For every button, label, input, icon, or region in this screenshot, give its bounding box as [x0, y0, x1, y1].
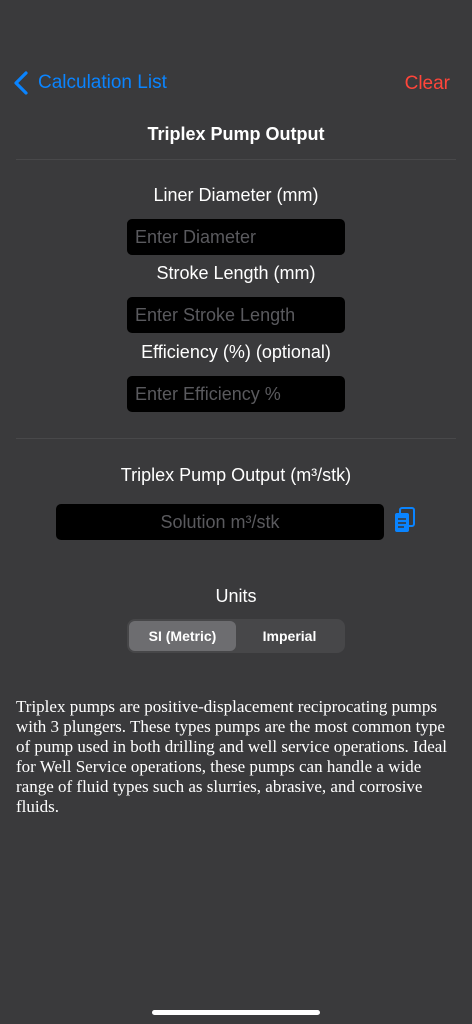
- result-label: Triplex Pump Output (m³/stk): [120, 465, 352, 485]
- solution-field[interactable]: [56, 504, 384, 540]
- liner-diameter-input[interactable]: [127, 219, 345, 255]
- units-option-imperial[interactable]: Imperial: [236, 621, 343, 651]
- page-title: Triplex Pump Output: [147, 124, 325, 144]
- home-indicator[interactable]: [152, 1010, 320, 1015]
- units-segmented-control: SI (Metric) Imperial: [127, 619, 345, 653]
- clear-button[interactable]: Clear: [405, 73, 450, 95]
- back-button[interactable]: Calculation List: [12, 70, 167, 96]
- stroke-length-input[interactable]: [127, 297, 345, 333]
- divider: [16, 438, 456, 439]
- liner-diameter-label: Liner Diameter (mm): [153, 185, 319, 205]
- units-label: Units: [215, 586, 257, 606]
- copy-icon[interactable]: [394, 507, 416, 533]
- divider: [16, 159, 456, 160]
- units-option-si-metric[interactable]: SI (Metric): [129, 621, 236, 651]
- description-text: Triplex pumps are positive-displacement …: [16, 697, 448, 816]
- stroke-length-label: Stroke Length (mm): [156, 263, 316, 283]
- efficiency-label: Efficiency (%) (optional): [141, 342, 331, 362]
- efficiency-input[interactable]: [127, 376, 345, 412]
- navigation-bar: Calculation List Clear: [0, 62, 472, 106]
- back-button-label: Calculation List: [38, 72, 167, 93]
- chevron-left-icon: [14, 71, 28, 95]
